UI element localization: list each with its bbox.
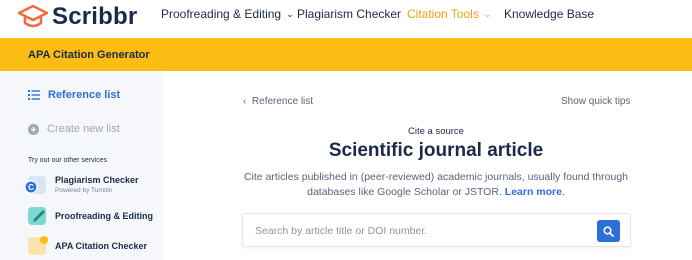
service-title: APA Citation Checker (55, 241, 148, 251)
plus-circle-icon (28, 123, 39, 135)
tool-title-bar: APA Citation Generator (0, 38, 692, 71)
quote-icon (28, 236, 48, 255)
service-apa-citation-checker[interactable]: APA Citation Checker (28, 236, 148, 255)
back-to-reference-list-link[interactable]: ‹ Reference list (243, 96, 313, 107)
list-icon (28, 90, 40, 100)
service-title: Proofreading & Editing (55, 211, 153, 221)
nav-label: Knowledge Base (504, 7, 595, 21)
page-title: Scientific journal article (328, 140, 544, 161)
nav-plagiarism-checker[interactable]: Plagiarism Checker (297, 7, 401, 21)
chevron-left-icon: ‹ (243, 96, 247, 107)
other-services-heading: Try out our other services (28, 157, 108, 164)
back-link-label: Reference list (251, 96, 314, 107)
article-search-box (242, 213, 631, 247)
sidebar: Reference list Create new list Try out o… (0, 71, 163, 260)
chevron-down-icon: ⌄ (483, 8, 492, 19)
nav-knowledge-base[interactable]: Knowledge Base (504, 7, 594, 21)
sidebar-item-create-new-list[interactable]: Create new list (28, 123, 120, 135)
scribbr-logo[interactable]: Scribbr (18, 3, 137, 31)
nav-label: Proofreading & Editing (161, 7, 282, 21)
description-period: . (561, 186, 565, 198)
svg-text:C: C (28, 183, 34, 192)
pencil-icon (28, 207, 46, 225)
sidebar-item-label: Reference list (48, 89, 121, 101)
sidebar-item-label: Create new list (47, 123, 120, 135)
search-button[interactable] (597, 220, 620, 242)
service-plagiarism-checker[interactable]: C Plagiarism Checker Powered by Turnitin (24, 175, 139, 194)
nav-proofreading-editing[interactable]: Proofreading & Editing ⌄ (161, 7, 294, 21)
service-title: Plagiarism Checker (55, 175, 139, 185)
nav-label: Citation Tools (407, 7, 479, 21)
service-subtitle: Powered by Turnitin (55, 187, 113, 194)
learn-more-link[interactable]: Learn more (505, 186, 562, 198)
plagiarism-checker-icon: C (24, 175, 46, 194)
nav-label: Plagiarism Checker (297, 7, 402, 21)
cite-source-kicker: Cite a source (408, 126, 464, 137)
tool-title: APA Citation Generator (28, 49, 150, 61)
nav-citation-tools[interactable]: Citation Tools ⌄ (407, 7, 491, 21)
description-text: Cite articles published in (peer-reviewe… (243, 171, 629, 198)
sidebar-item-reference-list[interactable]: Reference list (28, 89, 120, 101)
show-quick-tips-link[interactable]: Show quick tips (561, 96, 630, 107)
brand-name: Scribbr (52, 3, 138, 30)
article-search-input[interactable] (255, 222, 585, 240)
source-description: Cite articles published in (peer-reviewe… (240, 170, 632, 200)
chevron-down-icon: ⌄ (286, 8, 294, 19)
search-icon (603, 225, 614, 237)
graduation-cap-icon (18, 4, 48, 28)
service-proofreading-editing[interactable]: Proofreading & Editing (28, 207, 153, 225)
top-navigation: Scribbr Proofreading & Editing ⌄ Plagiar… (0, 0, 692, 38)
